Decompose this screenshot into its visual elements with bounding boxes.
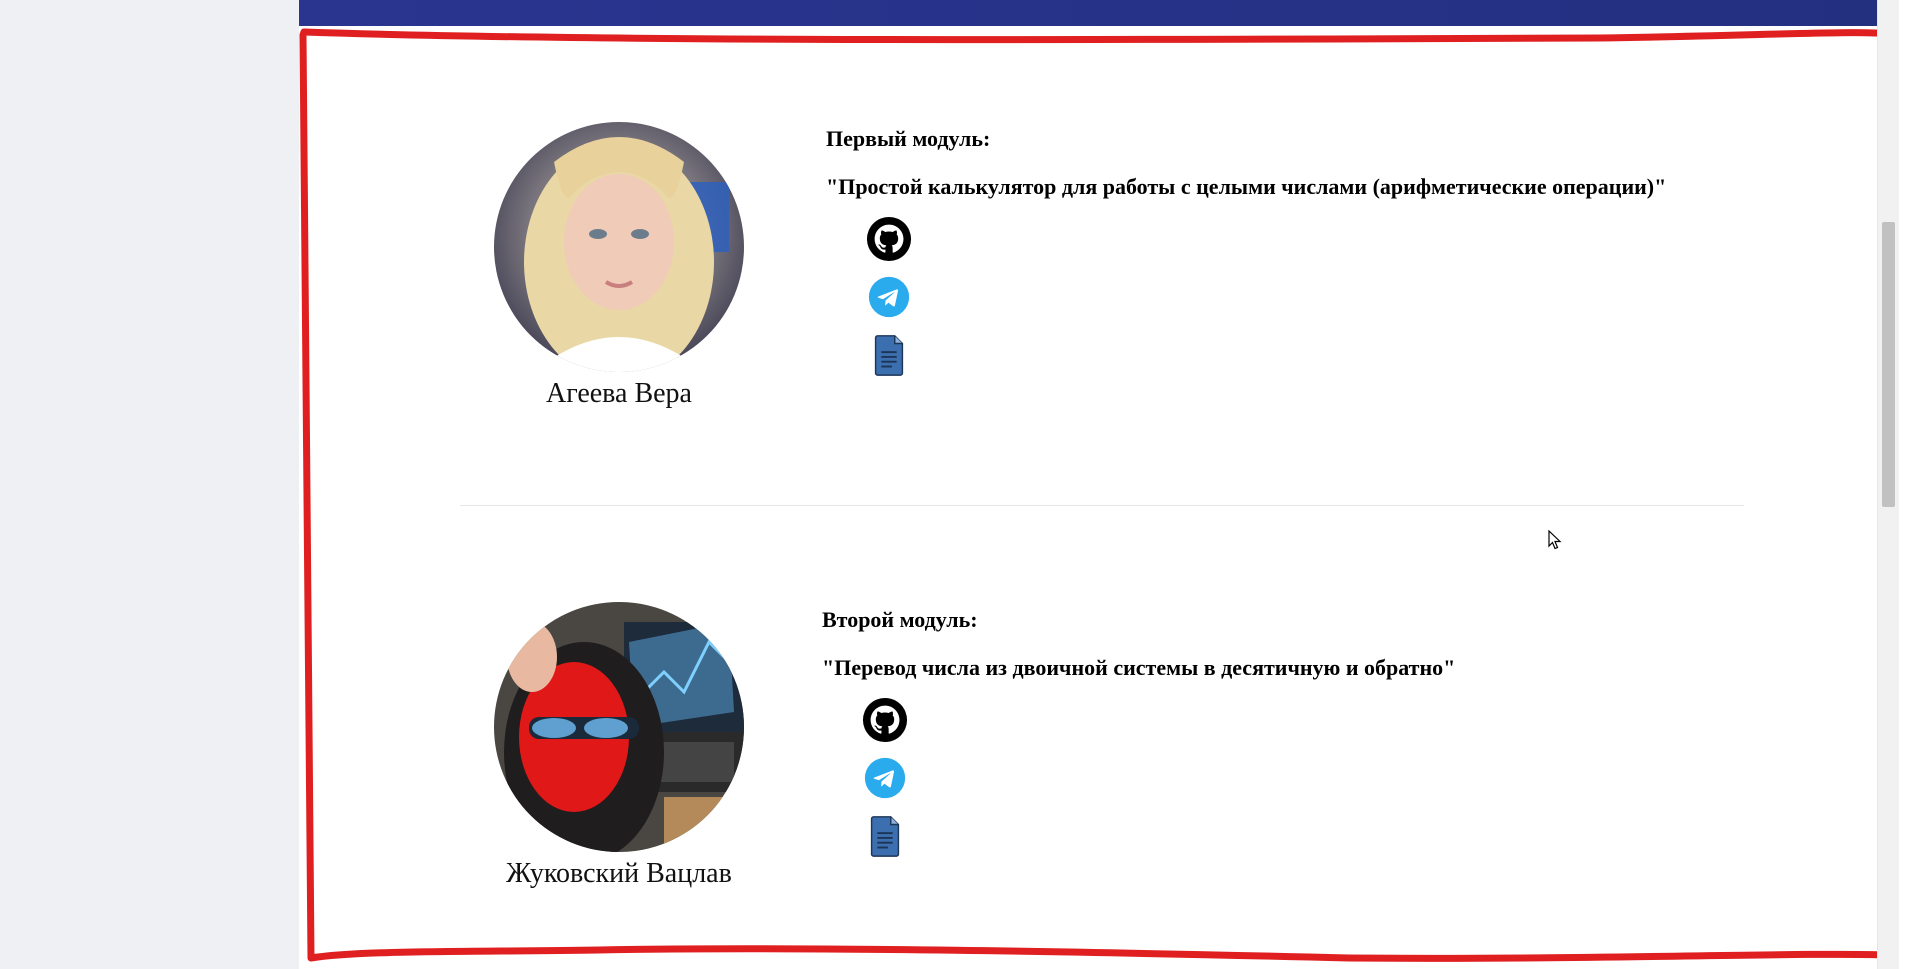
module-info: Первый модуль: "Простой калькулятор для … <box>826 126 1666 390</box>
left-panel <box>0 0 300 969</box>
document-icon[interactable] <box>866 332 912 378</box>
member-name: Агеева Вера <box>545 378 692 409</box>
module-label: Первый модуль: <box>826 126 991 151</box>
module-title: "Простой калькулятор для работы с целыми… <box>826 174 1667 199</box>
mouse-cursor-icon <box>1548 530 1562 550</box>
team-page: Агеева Вера Первый модуль: "Простой каль… <box>299 0 1899 969</box>
github-icon[interactable] <box>866 216 912 262</box>
member-links <box>866 216 1666 378</box>
avatar <box>494 602 744 852</box>
avatar-photo <box>494 122 744 372</box>
member-avatar-column: Агеева Вера <box>469 122 769 410</box>
module-label: Второй модуль: <box>822 607 978 632</box>
header-bar <box>299 0 1899 26</box>
avatar-photo <box>494 602 744 852</box>
scrollbar-thumb[interactable] <box>1882 222 1895 507</box>
section-divider <box>460 505 1744 506</box>
telegram-icon[interactable] <box>862 755 908 801</box>
github-icon[interactable] <box>862 697 908 743</box>
member-avatar-column: Жуковский Вацлав <box>469 602 769 890</box>
module-info: Второй модуль: "Перевод числа из двоично… <box>822 607 1455 871</box>
member-name: Жуковский Вацлав <box>506 858 732 889</box>
vertical-scrollbar[interactable] <box>1877 0 1899 969</box>
member-links <box>862 697 1455 859</box>
avatar <box>494 122 744 372</box>
document-icon[interactable] <box>862 813 908 859</box>
telegram-icon[interactable] <box>866 274 912 320</box>
module-title: "Перевод числа из двоичной системы в дес… <box>822 655 1456 680</box>
